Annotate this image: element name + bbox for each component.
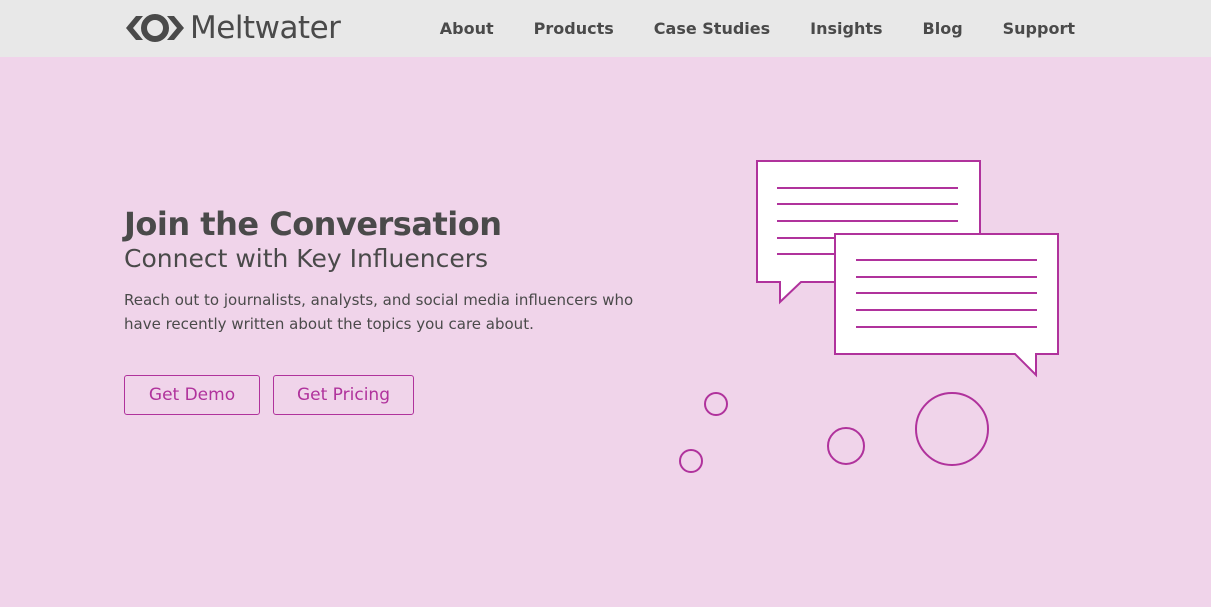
nav-link-insights[interactable]: Insights [810,19,882,38]
bubble-circle-icon [704,392,728,416]
nav-link-case-studies[interactable]: Case Studies [654,19,770,38]
brand-logo[interactable]: Meltwater [124,10,341,46]
nav-link-support[interactable]: Support [1003,19,1075,38]
top-nav: Meltwater About Products Case Studies In… [0,0,1211,57]
get-pricing-button[interactable]: Get Pricing [273,375,414,415]
speech-bubble-front-icon [834,233,1059,378]
conversation-illustration [679,160,1059,473]
hero-subtitle: Connect with Key Influencers [124,244,489,273]
get-demo-button[interactable]: Get Demo [124,375,260,415]
hero-section: Join the Conversation Connect with Key I… [124,205,664,336]
cta-buttons: Get Demo Get Pricing [124,375,414,415]
brand-name: Meltwater [190,10,341,46]
hero-title: Join the Conversation [124,205,502,243]
nav-link-blog[interactable]: Blog [923,19,963,38]
nav-link-about[interactable]: About [440,19,494,38]
nav-links: About Products Case Studies Insights Blo… [440,0,1075,57]
bubble-circle-icon [679,449,703,473]
nav-link-products[interactable]: Products [534,19,614,38]
meltwater-logo-icon [126,14,184,42]
bubble-circle-icon [827,427,865,465]
hero-description: Reach out to journalists, analysts, and … [124,291,634,333]
bubble-circle-icon [915,392,989,466]
